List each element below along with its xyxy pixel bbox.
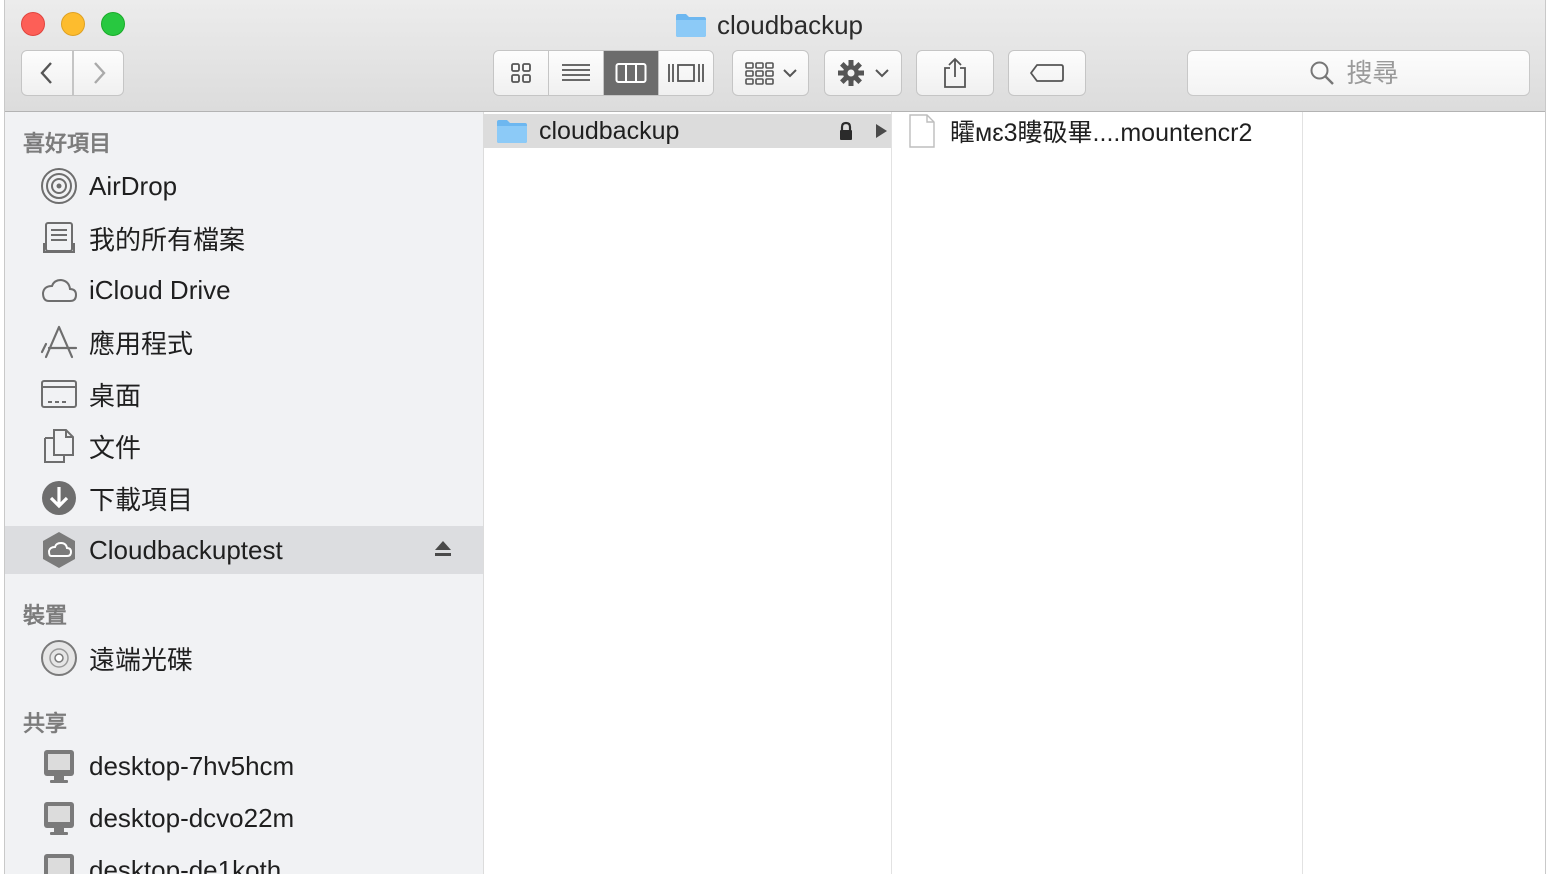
columns-icon <box>615 63 647 83</box>
search-icon <box>1310 61 1334 85</box>
column-row-label: cloudbackup <box>539 116 680 145</box>
browser-column-1: cloudbackup <box>484 112 892 874</box>
action-button[interactable] <box>824 50 902 96</box>
disclosure-arrow-icon <box>876 124 887 138</box>
close-button[interactable] <box>21 12 45 36</box>
sidebar-item-label: 我的所有檔案 <box>89 224 246 255</box>
computer-icon <box>39 850 79 874</box>
share-button[interactable] <box>916 50 994 96</box>
network-volume-icon <box>39 530 79 570</box>
column-row-cloudbackup[interactable]: cloudbackup <box>484 114 891 148</box>
forward-button[interactable] <box>73 50 124 96</box>
tags-button[interactable] <box>1008 50 1086 96</box>
desktop-icon <box>39 374 79 414</box>
sidebar-item-desktop-dcvo22m[interactable]: desktop-dcvo22m <box>5 794 483 842</box>
computer-icon <box>39 798 79 838</box>
chevron-down-icon <box>782 69 797 78</box>
devices-header: 裝置 <box>23 603 68 628</box>
sidebar-item-all-files[interactable]: 我的所有檔案 <box>5 214 483 262</box>
sidebar-item-cloudbackuptest[interactable]: Cloudbackuptest <box>5 526 483 574</box>
chevron-right-icon <box>93 62 106 84</box>
remote-disc-icon <box>39 638 79 678</box>
icon-view-button[interactable] <box>494 51 549 95</box>
finder-window: cloudbackup 搜尋 喜好項目 AirDrop 我的所有檔案 iClou… <box>4 0 1546 874</box>
sidebar-item-label: AirDrop <box>89 170 178 201</box>
back-button[interactable] <box>21 50 73 96</box>
search-input[interactable] <box>1344 56 1409 90</box>
folder-icon <box>497 120 527 143</box>
applications-icon <box>39 322 79 362</box>
column-row-label: 矐мɛ3瞜砐畢....mountencr2 <box>950 119 1253 147</box>
sidebar-item-desktop-7hv5hcm[interactable]: desktop-7hv5hcm <box>5 742 483 790</box>
list-view-button[interactable] <box>549 51 604 95</box>
sidebar-item-label: 應用程式 <box>89 328 194 359</box>
sidebar-item-label: 遠端光碟 <box>89 644 194 675</box>
browser-column-2: 矐мɛ3瞜砐畢....mountencr2 <box>892 112 1303 874</box>
browser-column-3 <box>1303 112 1545 874</box>
list-icon <box>562 64 590 81</box>
sidebar-item-label: Cloudbackuptest <box>89 534 283 565</box>
column-view-button[interactable] <box>604 51 659 95</box>
cover-flow-icon <box>668 64 704 82</box>
chevron-down-icon <box>875 69 889 78</box>
window-title: cloudbackup <box>675 8 863 42</box>
gear-icon <box>838 60 864 86</box>
sidebar: 喜好項目 AirDrop 我的所有檔案 iCloud Drive 應用程式 桌面… <box>5 112 484 874</box>
all-files-icon <box>39 218 79 258</box>
sidebar-item-documents[interactable]: 文件 <box>5 422 483 470</box>
document-icon <box>909 114 935 148</box>
sidebar-item-downloads[interactable]: 下載項目 <box>5 474 483 522</box>
window-title-text: cloudbackup <box>717 9 863 40</box>
sidebar-item-remote-disc[interactable]: 遠端光碟 <box>5 634 483 682</box>
cloud-icon <box>39 270 79 310</box>
chevron-left-icon <box>40 62 52 84</box>
tag-icon <box>1030 64 1064 82</box>
sidebar-item-label: 下載項目 <box>89 484 194 515</box>
sidebar-item-icloud-drive[interactable]: iCloud Drive <box>5 266 483 314</box>
sidebar-item-label: desktop-7hv5hcm <box>89 750 295 781</box>
minimize-button[interactable] <box>61 12 85 36</box>
zoom-button[interactable] <box>101 12 125 36</box>
sidebar-item-airdrop[interactable]: AirDrop <box>5 162 483 210</box>
lock-icon <box>840 121 852 140</box>
sidebar-item-desktop[interactable]: 桌面 <box>5 370 483 418</box>
documents-icon <box>39 426 79 466</box>
share-icon <box>944 57 966 88</box>
sidebar-item-label: 文件 <box>89 432 142 463</box>
arrange-icon <box>744 62 774 85</box>
shared-header: 共享 <box>23 711 68 736</box>
sidebar-item-label: desktop-de1koth <box>89 854 282 874</box>
downloads-icon <box>39 478 79 518</box>
search-field[interactable] <box>1187 50 1530 96</box>
grid-icon <box>511 63 531 83</box>
view-switcher <box>493 50 714 96</box>
sidebar-item-label: desktop-dcvo22m <box>89 802 295 833</box>
sidebar-item-desktop-de1koth[interactable]: desktop-de1koth <box>5 846 483 874</box>
toolbar: cloudbackup <box>5 0 1545 112</box>
arrange-button[interactable] <box>732 50 809 96</box>
airdrop-icon <box>39 166 79 206</box>
computer-icon <box>39 746 79 786</box>
cover-flow-view-button[interactable] <box>659 51 713 95</box>
eject-icon[interactable] <box>433 539 453 559</box>
favorites-header: 喜好項目 <box>23 131 112 156</box>
column-row-file[interactable]: 矐мɛ3瞜砐畢....mountencr2 <box>892 113 1252 149</box>
folder-icon <box>676 14 706 37</box>
sidebar-item-label: 桌面 <box>89 380 142 411</box>
sidebar-item-label: iCloud Drive <box>89 274 231 305</box>
sidebar-item-applications[interactable]: 應用程式 <box>5 318 483 366</box>
